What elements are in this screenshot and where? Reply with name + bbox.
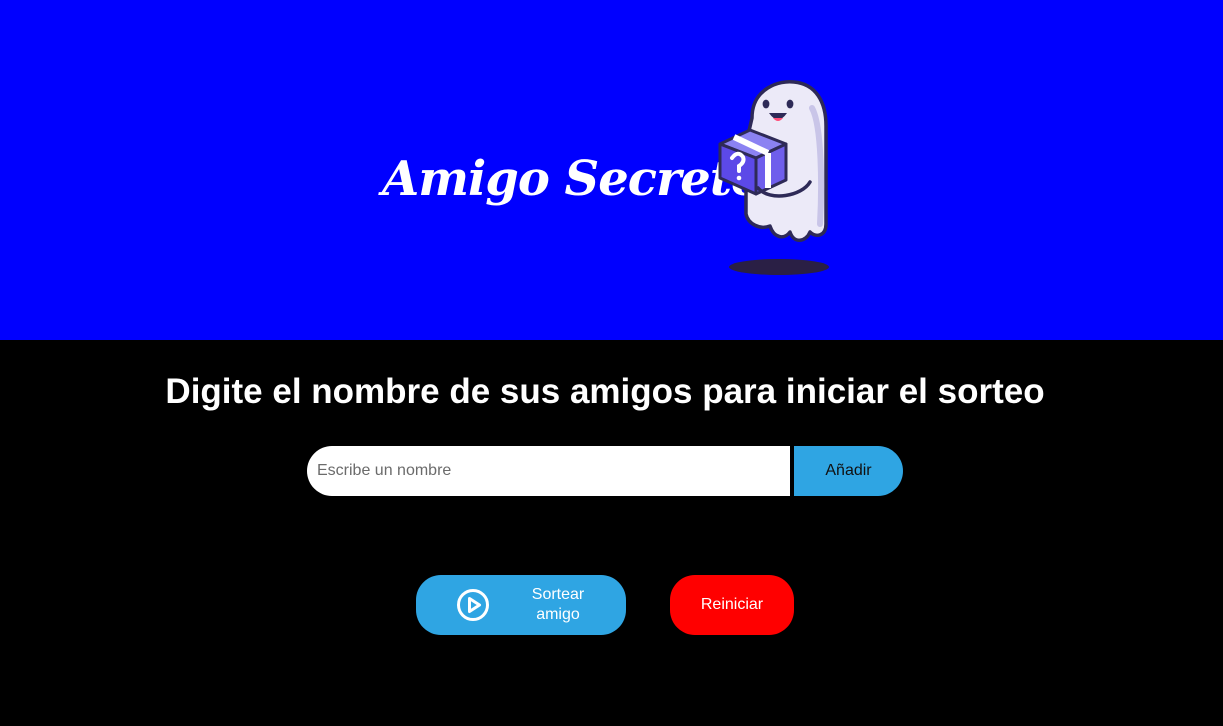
add-button[interactable]: Añadir bbox=[794, 446, 903, 496]
main-section: Digite el nombre de sus amigos para inic… bbox=[0, 340, 1223, 726]
draw-friend-button[interactable]: Sortear amigo bbox=[416, 575, 626, 635]
draw-friend-label: Sortear amigo bbox=[531, 586, 585, 623]
friend-name-input[interactable] bbox=[307, 446, 790, 496]
app-title: Amigo Secreto bbox=[382, 151, 763, 207]
play-circle-icon bbox=[457, 589, 489, 621]
header-banner: Amigo Secreto bbox=[0, 0, 1223, 340]
ghost-with-gift-box-icon bbox=[718, 79, 829, 275]
reset-button[interactable]: Reiniciar bbox=[670, 575, 794, 635]
instruction-heading: Digite el nombre de sus amigos para inic… bbox=[165, 372, 1045, 411]
